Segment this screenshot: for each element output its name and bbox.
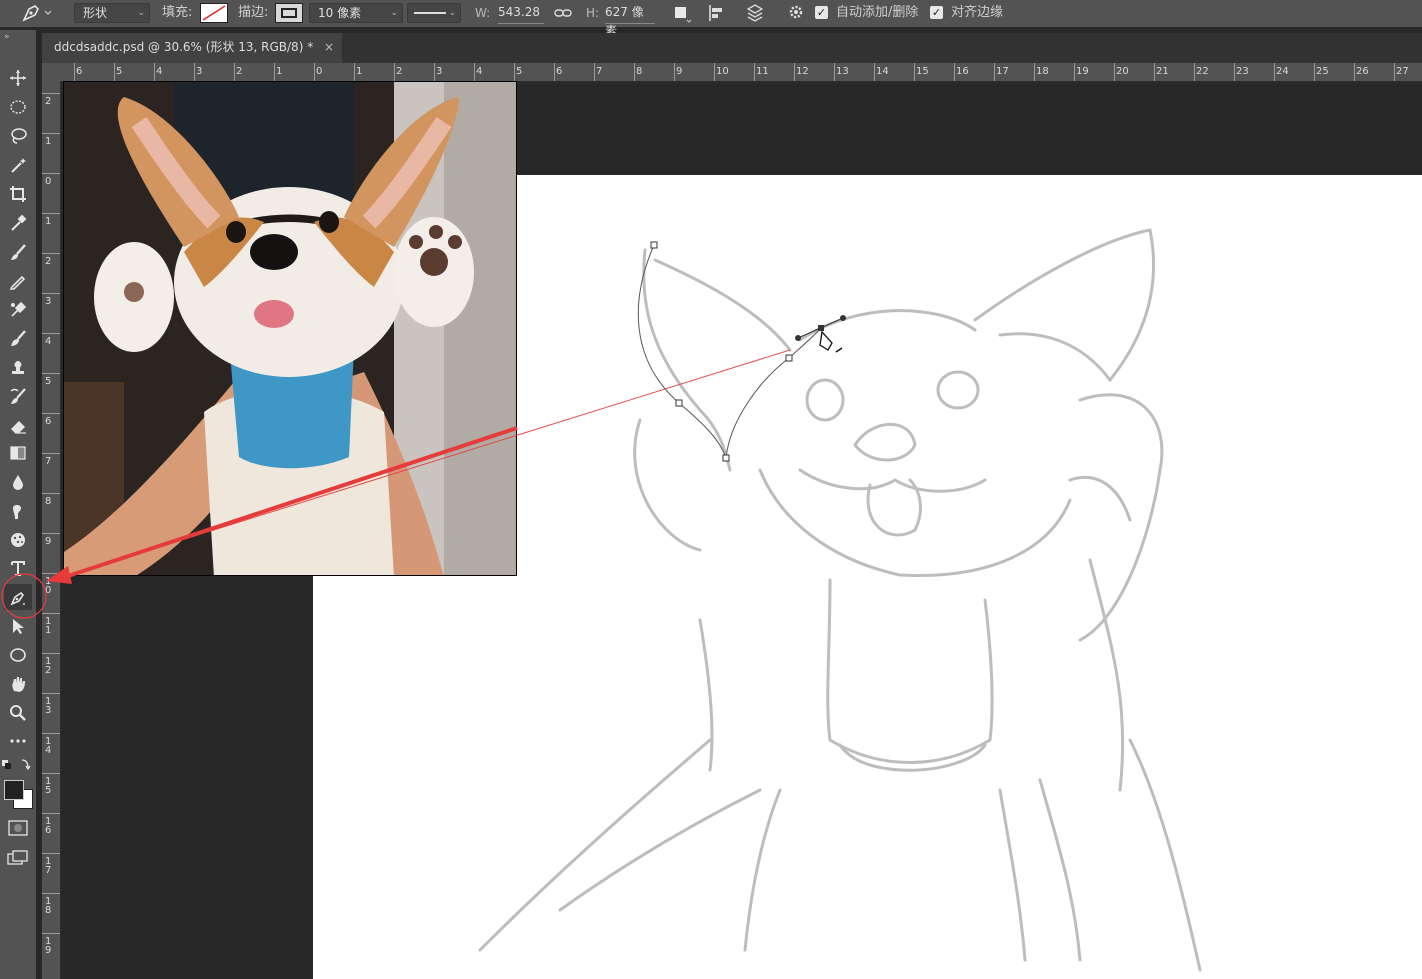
anchor-point[interactable] xyxy=(722,454,730,462)
handle-point[interactable] xyxy=(840,315,846,321)
anchor-point-active[interactable] xyxy=(818,325,824,331)
dog-sketch xyxy=(478,228,1202,972)
pen-path xyxy=(637,241,846,462)
reference-photo xyxy=(63,81,517,576)
anchor-point[interactable] xyxy=(650,241,658,249)
corgi-photo xyxy=(64,82,516,575)
handle-point[interactable] xyxy=(795,335,801,341)
pen-cursor-icon xyxy=(819,330,843,353)
anchor-point[interactable] xyxy=(785,354,793,362)
anchor-point[interactable] xyxy=(675,399,683,407)
